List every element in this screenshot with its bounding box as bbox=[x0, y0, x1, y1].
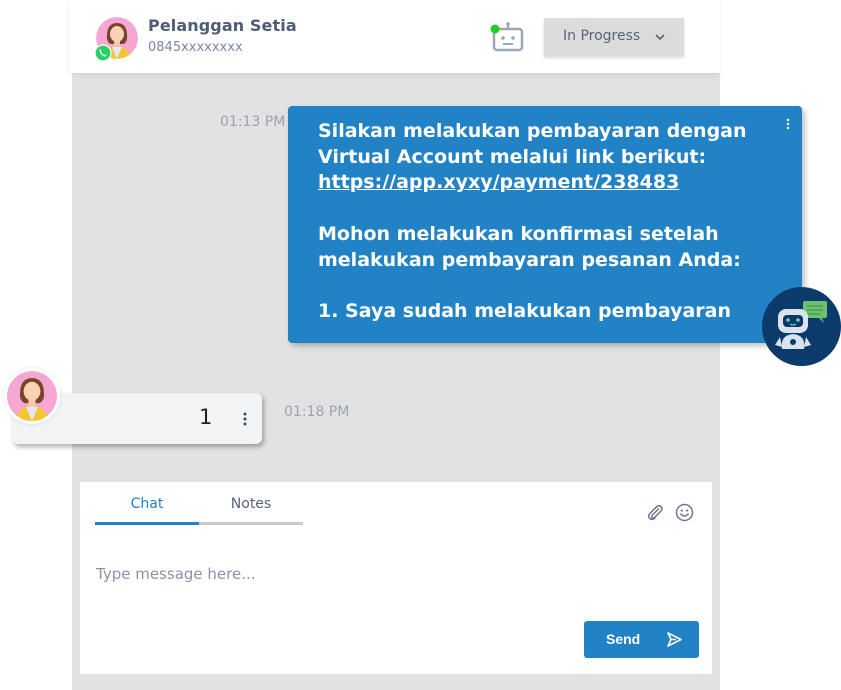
outgoing-message-bubble: Silakan melakukan pembayaran dengan Virt… bbox=[288, 106, 802, 343]
robot-icon[interactable] bbox=[488, 22, 524, 52]
tab-active-indicator bbox=[95, 522, 199, 525]
message-text: 1 bbox=[199, 405, 213, 429]
conversation-status-select[interactable]: In Progress bbox=[544, 18, 684, 56]
message-time: 01:18 PM bbox=[284, 404, 350, 420]
payment-link[interactable]: https://app.xyxy/payment/238483 bbox=[318, 171, 679, 193]
message-time: 01:13 PM bbox=[220, 114, 286, 130]
chatbot-icon bbox=[762, 287, 841, 366]
more-vertical-icon[interactable] bbox=[243, 412, 247, 426]
send-button[interactable]: Send bbox=[584, 621, 699, 658]
send-button-label: Send bbox=[606, 631, 641, 647]
message-input[interactable] bbox=[96, 544, 696, 604]
bot-online-dot bbox=[490, 24, 500, 34]
chevron-down-icon bbox=[655, 34, 665, 41]
paperclip-icon[interactable] bbox=[646, 503, 664, 521]
more-vertical-icon[interactable] bbox=[786, 118, 790, 130]
send-icon bbox=[667, 632, 682, 647]
message-text: Silakan melakukan pembayaran dengan Virt… bbox=[318, 120, 747, 168]
customer-avatar bbox=[4, 368, 60, 424]
contact-phone: 0845xxxxxxxx bbox=[148, 40, 243, 55]
tab-chat[interactable]: Chat bbox=[95, 496, 199, 512]
smiley-icon[interactable] bbox=[675, 503, 694, 522]
tab-notes[interactable]: Notes bbox=[199, 496, 303, 512]
message-composer: Chat Notes Send bbox=[80, 482, 712, 674]
contact-name: Pelanggan Setia bbox=[148, 16, 297, 35]
status-select-value: In Progress bbox=[563, 28, 641, 44]
message-text: Mohon melakukan konfirmasi setelah melak… bbox=[318, 222, 741, 322]
whatsapp-icon bbox=[94, 44, 112, 62]
